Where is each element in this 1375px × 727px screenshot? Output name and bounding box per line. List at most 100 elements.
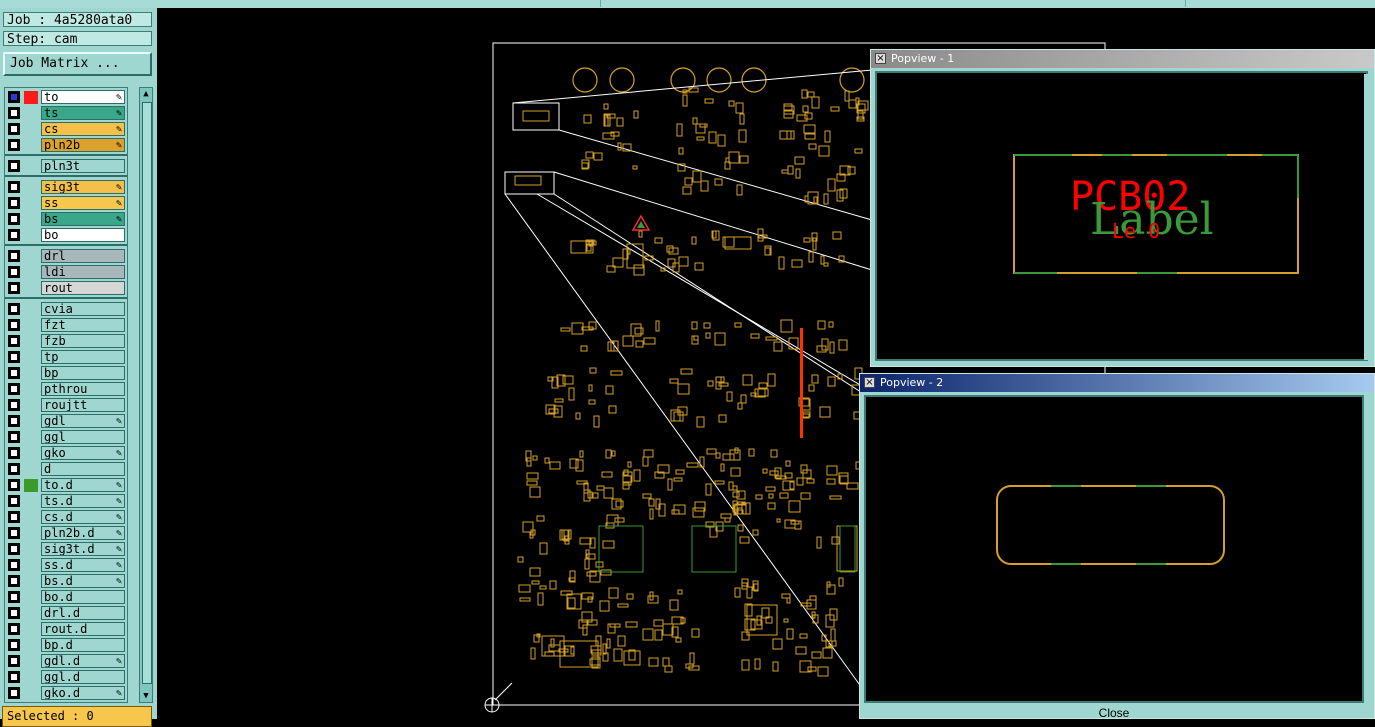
layer-row-pln3t[interactable]: pln3t — [5, 159, 127, 174]
popview-2-view[interactable] — [864, 395, 1364, 703]
job-matrix-button[interactable]: Job Matrix ... — [3, 52, 152, 76]
layer-checkbox[interactable] — [8, 479, 20, 491]
layer-name[interactable]: drl.d — [41, 606, 125, 620]
layer-row-tp[interactable]: tp — [5, 350, 127, 365]
layer-row-fzt[interactable]: fzt — [5, 318, 127, 333]
layer-row-ggl[interactable]: ggl — [5, 430, 127, 445]
layer-name[interactable]: cvia — [41, 302, 125, 316]
layer-name[interactable]: to.d ✎ — [41, 478, 125, 492]
layer-checkbox[interactable] — [8, 351, 20, 363]
layer-checkbox[interactable] — [8, 91, 20, 103]
layer-checkbox[interactable] — [8, 447, 20, 459]
layer-row-bo[interactable]: bo — [5, 228, 127, 243]
scrollbar-thumb[interactable] — [142, 102, 152, 684]
layer-row-bp-d[interactable]: bp.d — [5, 638, 127, 653]
layer-list-scrollbar[interactable]: ▲ ▼ — [139, 87, 153, 703]
layer-row-drl-d[interactable]: drl.d — [5, 606, 127, 621]
layer-name[interactable]: pthrou — [41, 382, 125, 396]
layer-row-fzb[interactable]: fzb — [5, 334, 127, 349]
layer-checkbox[interactable] — [8, 107, 20, 119]
popview-2-titlebar[interactable]: × Popview - 2 — [860, 374, 1374, 392]
layer-checkbox[interactable] — [8, 559, 20, 571]
layer-name[interactable]: cs.d ✎ — [41, 510, 125, 524]
layer-checkbox[interactable] — [8, 367, 20, 379]
layer-checkbox[interactable] — [8, 511, 20, 523]
layer-name[interactable]: tp — [41, 350, 125, 364]
layer-row-gdl-d[interactable]: gdl.d ✎ — [5, 654, 127, 669]
layer-row-bo-d[interactable]: bo.d — [5, 590, 127, 605]
layer-name[interactable]: drl — [41, 249, 125, 263]
layer-checkbox[interactable] — [8, 607, 20, 619]
layer-checkbox[interactable] — [8, 623, 20, 635]
layer-name[interactable]: ldi — [41, 265, 125, 279]
layer-color-swatch[interactable] — [24, 479, 38, 492]
layer-name[interactable]: bs.d ✎ — [41, 574, 125, 588]
layer-name[interactable]: pln3t — [41, 159, 125, 173]
layer-name[interactable]: sig3t.d ✎ — [41, 542, 125, 556]
layer-name[interactable]: pln2b.d ✎ — [41, 526, 125, 540]
layer-color-swatch[interactable] — [24, 91, 38, 104]
layer-name[interactable]: bp — [41, 366, 125, 380]
layer-name[interactable]: bo — [41, 228, 125, 242]
layer-name[interactable]: gko ✎ — [41, 446, 125, 460]
layer-name[interactable]: rout.d — [41, 622, 125, 636]
layer-name[interactable]: gdl ✎ — [41, 414, 125, 428]
layer-name[interactable]: ss ✎ — [41, 196, 125, 210]
layer-checkbox[interactable] — [8, 639, 20, 651]
layer-row-ts[interactable]: ts ✎ — [5, 106, 127, 121]
layer-name[interactable]: ts.d ✎ — [41, 494, 125, 508]
layer-checkbox[interactable] — [8, 575, 20, 587]
layer-row-ldi[interactable]: ldi — [5, 265, 127, 280]
layer-checkbox[interactable] — [8, 431, 20, 443]
layer-checkbox[interactable] — [8, 687, 20, 699]
layer-row-sig3t-d[interactable]: sig3t.d ✎ — [5, 542, 127, 557]
layer-name[interactable]: bp.d — [41, 638, 125, 652]
layer-name[interactable]: cs ✎ — [41, 122, 125, 136]
layer-row-roujtt[interactable]: roujtt — [5, 398, 127, 413]
layer-checkbox[interactable] — [8, 213, 20, 225]
layer-checkbox[interactable] — [8, 229, 20, 241]
layer-checkbox[interactable] — [8, 655, 20, 667]
layer-name[interactable]: rout — [41, 281, 125, 295]
layer-row-pln2b-d[interactable]: pln2b.d ✎ — [5, 526, 127, 541]
layer-name[interactable]: pln2b ✎ — [41, 138, 125, 152]
layer-row-cvia[interactable]: cvia — [5, 302, 127, 317]
layer-name[interactable]: bs ✎ — [41, 212, 125, 226]
layer-row-bs[interactable]: bs ✎ — [5, 212, 127, 227]
layer-name[interactable]: roujtt — [41, 398, 125, 412]
popview-1-toolbar[interactable] — [1364, 74, 1374, 360]
layer-checkbox[interactable] — [8, 319, 20, 331]
layer-name[interactable]: ggl — [41, 430, 125, 444]
close-icon[interactable]: × — [864, 377, 875, 388]
layer-row-cs[interactable]: cs ✎ — [5, 122, 127, 137]
layer-checkbox[interactable] — [8, 527, 20, 539]
layer-checkbox[interactable] — [8, 495, 20, 507]
layer-row-to[interactable]: to ✎ — [5, 90, 127, 105]
layer-checkbox[interactable] — [8, 266, 20, 278]
layer-checkbox[interactable] — [8, 181, 20, 193]
layer-row-ggl-d[interactable]: ggl.d — [5, 670, 127, 685]
layer-checkbox[interactable] — [8, 335, 20, 347]
scroll-down-icon[interactable]: ▼ — [141, 691, 151, 701]
layer-checkbox[interactable] — [8, 197, 20, 209]
layer-name[interactable]: gko.d ✎ — [41, 686, 125, 700]
scroll-up-icon[interactable]: ▲ — [141, 89, 151, 99]
layer-row-rout-d[interactable]: rout.d — [5, 622, 127, 637]
layer-row-bp[interactable]: bp — [5, 366, 127, 381]
layer-row-pthrou[interactable]: pthrou — [5, 382, 127, 397]
layer-row-bs-d[interactable]: bs.d ✎ — [5, 574, 127, 589]
layer-row-rout[interactable]: rout — [5, 281, 127, 296]
layer-checkbox[interactable] — [8, 591, 20, 603]
layer-row-cs-d[interactable]: cs.d ✎ — [5, 510, 127, 525]
layer-row-gdl[interactable]: gdl ✎ — [5, 414, 127, 429]
layer-checkbox[interactable] — [8, 139, 20, 151]
layer-row-to-d[interactable]: to.d ✎ — [5, 478, 127, 493]
layer-checkbox[interactable] — [8, 399, 20, 411]
layer-name[interactable]: fzt — [41, 318, 125, 332]
layer-name[interactable]: ggl.d — [41, 670, 125, 684]
layer-row-ts-d[interactable]: ts.d ✎ — [5, 494, 127, 509]
layer-checkbox[interactable] — [8, 671, 20, 683]
layer-row-ss[interactable]: ss ✎ — [5, 196, 127, 211]
layer-name[interactable]: ss.d ✎ — [41, 558, 125, 572]
layer-checkbox[interactable] — [8, 123, 20, 135]
